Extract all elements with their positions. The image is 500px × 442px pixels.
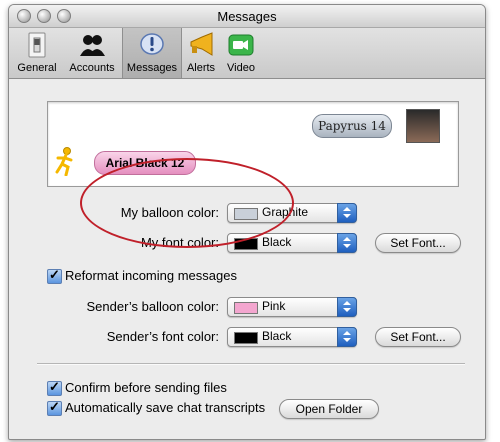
balloon-color-swatch <box>234 208 258 220</box>
my-font-color-value: Black <box>262 235 292 249</box>
video-camera-icon <box>228 34 254 56</box>
sender-font-color-label: Sender’s font color: <box>106 329 219 344</box>
my-balloon-color-value: Graphite <box>262 205 309 219</box>
reformat-label: Reformat incoming messages <box>65 268 237 283</box>
tab-accounts[interactable]: Accounts <box>63 28 121 78</box>
popup-arrows-icon <box>337 233 357 253</box>
tab-alerts-label: Alerts <box>186 62 216 74</box>
my-balloon-color-label: My balloon color: <box>120 205 219 220</box>
popup-arrows-icon <box>337 203 357 223</box>
reformat-checkbox[interactable] <box>47 267 62 284</box>
exclamation-bubble-icon <box>140 33 164 55</box>
tab-video-label: Video <box>227 62 255 74</box>
window-title: Messages <box>217 9 277 24</box>
sender-balloon-color-value: Pink <box>262 299 286 313</box>
font-color-swatch <box>234 332 258 344</box>
confirm-files-label: Confirm before sending files <box>65 380 227 395</box>
balloon-color-swatch <box>234 302 258 314</box>
my-message-balloon: Papyrus 14 <box>312 114 392 138</box>
popup-arrows-icon <box>337 327 357 347</box>
buddies-icon <box>80 35 105 56</box>
popup-arrows-icon <box>337 297 357 317</box>
megaphone-icon <box>190 32 213 56</box>
preferences-toolbar: General Accounts Messages Alerts Video <box>9 28 485 79</box>
my-set-font-button[interactable]: Set Font... <box>375 233 461 253</box>
sender-font-color-value: Black <box>262 329 292 343</box>
sender-font-color-popup[interactable]: Black <box>227 327 357 347</box>
font-color-swatch <box>234 238 258 250</box>
tab-messages-label: Messages <box>126 62 178 74</box>
title-bar: Messages <box>9 5 485 28</box>
tab-messages[interactable]: Messages <box>122 28 182 78</box>
tab-general-label: General <box>17 62 57 74</box>
my-font-color-label: My font color: <box>140 235 219 250</box>
open-folder-button[interactable]: Open Folder <box>279 399 379 419</box>
my-balloon-color-popup[interactable]: Graphite <box>227 203 357 223</box>
tab-alerts[interactable]: Alerts <box>181 28 221 78</box>
tab-general[interactable]: General <box>13 28 61 78</box>
tab-accounts-label: Accounts <box>69 62 115 74</box>
avatar <box>406 109 440 143</box>
save-transcripts-checkbox[interactable] <box>47 399 62 416</box>
confirm-files-checkbox[interactable] <box>47 379 62 396</box>
divider <box>37 363 465 365</box>
tab-video[interactable]: Video <box>221 28 261 78</box>
running-man-icon <box>55 147 73 176</box>
sender-message-balloon: Arial Black 12 <box>94 151 196 175</box>
sender-set-font-button[interactable]: Set Font... <box>375 327 461 347</box>
light-switch-icon <box>28 32 46 58</box>
save-transcripts-label: Automatically save chat transcripts <box>65 400 266 415</box>
message-preview: Papyrus 14 Arial Black 12 <box>47 101 459 187</box>
messages-preferences-window: Messages General Accounts Messages Alert… <box>8 4 486 440</box>
sender-balloon-color-popup[interactable]: Pink <box>227 297 357 317</box>
sender-balloon-color-label: Sender’s balloon color: <box>86 299 220 314</box>
my-font-color-popup[interactable]: Black <box>227 233 357 253</box>
